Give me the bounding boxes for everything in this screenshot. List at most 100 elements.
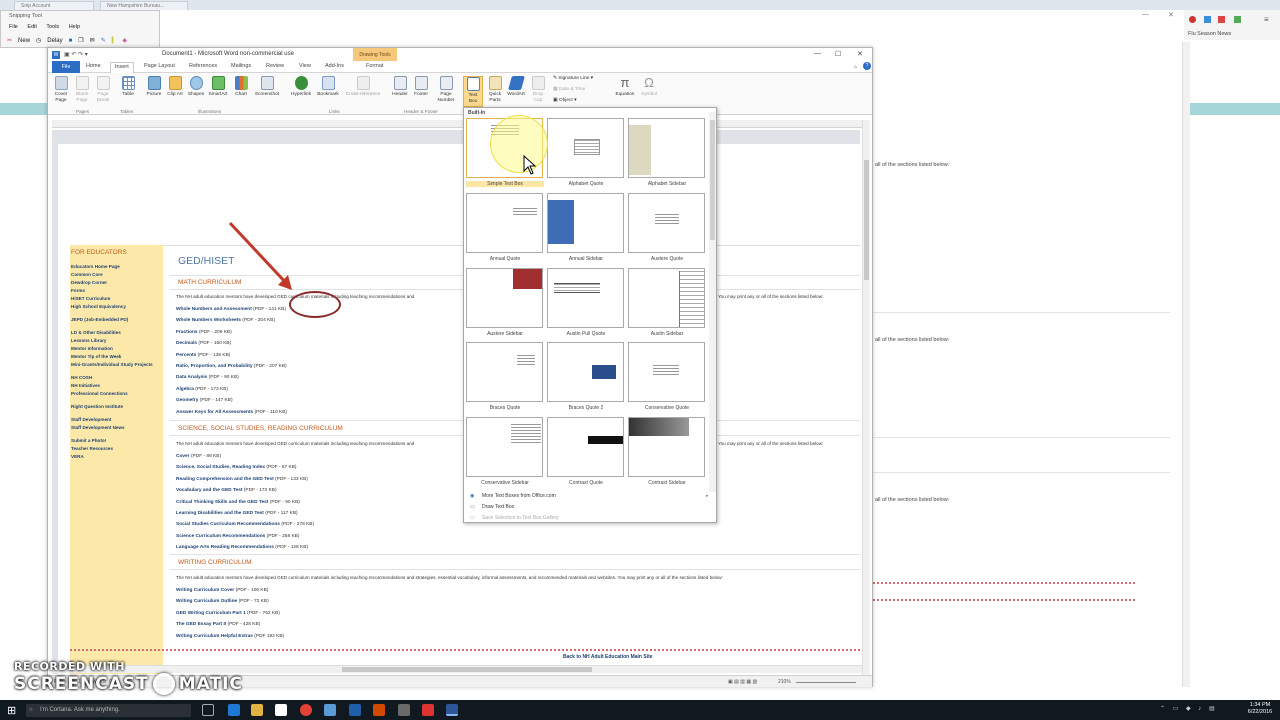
document-page[interactable]: FOR EDUCATORS Educators Home Page Common… (58, 144, 860, 674)
pdf-link[interactable]: Writing Curriculum Helpful Extras (PDF 1… (176, 634, 284, 639)
tab-mailings[interactable]: Mailings (231, 63, 251, 69)
link-title[interactable]: Data Analysis (176, 375, 207, 380)
save-icon[interactable]: ■ (69, 38, 73, 44)
link-title[interactable]: Language Arts Reading Recommendations (176, 545, 274, 550)
scroll-thumb[interactable] (342, 667, 592, 672)
gallery-thumbnail[interactable] (547, 118, 624, 178)
pdf-link[interactable]: Social Studies Curriculum Recommendation… (176, 522, 314, 527)
clock[interactable]: 1:34 PM 6/22/2016 (1242, 702, 1278, 716)
zoom-slider[interactable] (796, 682, 856, 683)
chart-button[interactable]: Chart (231, 76, 251, 98)
pdf-link[interactable]: Language Arts Reading Recommendations (P… (176, 545, 308, 550)
extension-icon[interactable] (1234, 16, 1241, 23)
page-number-button[interactable]: Page Number (434, 76, 458, 103)
sidebar-item[interactable]: JEPD (Job-Embedded PD) (71, 317, 161, 322)
drop-cap-button[interactable]: Drop Cap (528, 76, 548, 103)
gallery-item[interactable]: Alphabet Sidebar (628, 118, 706, 190)
bookmark-button[interactable]: Bookmark (315, 76, 341, 98)
sidebar-item[interactable]: Mentor Information (71, 346, 161, 351)
tab-page-layout[interactable]: Page Layout (144, 63, 175, 69)
minimize-icon[interactable]: — (1142, 11, 1149, 18)
pdf-link[interactable]: GED Writing Curriculum Part 1 (PDF - 762… (176, 611, 280, 616)
gallery-thumbnail[interactable] (547, 268, 624, 328)
blank-page-button[interactable]: Blank Page (72, 76, 92, 103)
gallery-item[interactable]: Conservative Quote (628, 342, 706, 414)
system-tray-icons[interactable]: ⌃ ▭ ◆ ♪ ▤ (1160, 705, 1218, 712)
object-button[interactable]: ▣ Object ▾ (553, 98, 577, 103)
gallery-thumbnail[interactable] (628, 417, 705, 477)
pdf-link[interactable]: Fractions (PDF - 209 KB) (176, 330, 232, 335)
sidebar-item[interactable]: Staff Development (71, 417, 161, 422)
pdf-link[interactable]: Science Curriculum Recommendations (PDF … (176, 534, 299, 539)
store-icon[interactable] (275, 704, 287, 716)
copy-icon[interactable]: ❐ (78, 37, 83, 44)
link-title[interactable]: Writing Curriculum Cover (176, 588, 234, 593)
browser-tab[interactable]: New Hampshire Bureau... (100, 1, 188, 10)
signature-line-button[interactable]: ✎ Signature Line ▾ (553, 76, 593, 81)
equation-button[interactable]: π Equation (613, 76, 637, 98)
gallery-item[interactable]: Alphabet Quote (547, 118, 625, 190)
sidebar-item[interactable]: Teacher Resources (71, 446, 161, 451)
sidebar-item[interactable]: Mini-Grants/Individual Study Projects (71, 362, 161, 367)
link-title[interactable]: Ratio, Proportion, and Probability (176, 364, 253, 369)
pdf-link[interactable]: Critical Thinking Skills and the GED Tes… (176, 500, 300, 505)
more-text-boxes-item[interactable]: ◉ More Text Boxes from Office.com ▸ (466, 491, 714, 501)
clip-art-button[interactable]: Clip Art (165, 76, 185, 98)
link-title[interactable]: Cover (176, 454, 190, 459)
gallery-thumbnail[interactable] (466, 417, 543, 477)
gallery-item[interactable]: Austere Sidebar (466, 268, 544, 340)
hyperlink-button[interactable]: Hyperlink (288, 76, 314, 98)
gallery-thumbnail[interactable] (547, 417, 624, 477)
draw-text-box-item[interactable]: ▭ Draw Text Box (466, 502, 714, 512)
gallery-thumbnail[interactable] (466, 193, 543, 253)
pdf-link[interactable]: Data Analysis (PDF - 90 KB) (176, 375, 239, 380)
cross-reference-button[interactable]: Cross-reference (343, 76, 383, 98)
gallery-scrollbar[interactable] (709, 112, 716, 492)
sidebar-item[interactable]: Lessons Library (71, 338, 161, 343)
tab-references[interactable]: References (189, 63, 217, 69)
new-snip-button[interactable]: New (18, 38, 30, 44)
sidebar-item[interactable]: Forms (71, 288, 161, 293)
app-icon[interactable] (398, 704, 410, 716)
gallery-item[interactable]: Contrast Quote (547, 417, 625, 489)
pdf-link[interactable]: Writing Curriculum Outline (PDF - 72 KB) (176, 599, 269, 604)
gallery-item[interactable]: Braces Quote 2 (547, 342, 625, 414)
gallery-item[interactable]: Braces Quote (466, 342, 544, 414)
table-button[interactable]: Table (118, 76, 138, 98)
tab-insert[interactable]: Insert (110, 62, 134, 73)
pdf-link[interactable]: Algebra (PDF - 173 KB) (176, 387, 228, 392)
sidebar-item[interactable]: Mentor Tip of the Week (71, 354, 161, 359)
document-area[interactable]: FOR EDUCATORS Educators Home Page Common… (52, 130, 860, 674)
menu-file[interactable]: File (9, 24, 18, 30)
windows-start-icon[interactable]: ⊞ (7, 704, 16, 717)
sidebar-item[interactable]: Submit a Photo! (71, 438, 161, 443)
page-break-button[interactable]: Page Break (93, 76, 113, 103)
maximize-icon[interactable]: ☐ (835, 50, 841, 58)
minimize-icon[interactable]: — (814, 50, 821, 57)
sidebar-item[interactable]: Staff Development News (71, 425, 161, 430)
ribbon-collapse-icon[interactable]: ▵ (854, 63, 857, 70)
link-title[interactable]: Answer Keys for All Assessments (176, 410, 253, 415)
app-icon[interactable] (324, 704, 336, 716)
link-title[interactable]: Vocabulary and the GED Test (176, 488, 242, 493)
pdf-link[interactable]: Ratio, Proportion, and Probability (PDF … (176, 364, 287, 369)
gallery-item[interactable]: Austere Quote (628, 193, 706, 265)
shapes-button[interactable]: Shapes (186, 76, 206, 98)
gallery-item[interactable]: Annual Sidebar (547, 193, 625, 265)
gallery-thumbnail[interactable] (466, 268, 543, 328)
pdf-link[interactable]: Percents (PDF - 136 KB) (176, 353, 230, 358)
symbol-button[interactable]: Ω Symbol (638, 76, 660, 98)
footer-button[interactable]: Footer (411, 76, 431, 98)
pdf-link[interactable]: Cover (PDF - 88 KB) (176, 454, 221, 459)
sidebar-item[interactable]: VERA (71, 454, 161, 459)
link-title[interactable]: GED Writing Curriculum Part 1 (176, 611, 246, 616)
date-time-button[interactable]: ▦ Date & Time (553, 87, 585, 92)
link-title[interactable]: Whole Numbers and Assessment (176, 307, 252, 312)
app-icon[interactable] (349, 704, 361, 716)
pdf-link[interactable]: Vocabulary and the GED Test (PDF - 172 K… (176, 488, 277, 493)
eraser-icon[interactable]: ◆ (122, 37, 127, 44)
link-title[interactable]: Science Curriculum Recommendations (176, 534, 265, 539)
tab-add-ins[interactable]: Add-Ins (325, 63, 344, 69)
send-icon[interactable]: ✉ (90, 37, 95, 44)
sidebar-item[interactable]: HiSET Curriculum (71, 296, 161, 301)
